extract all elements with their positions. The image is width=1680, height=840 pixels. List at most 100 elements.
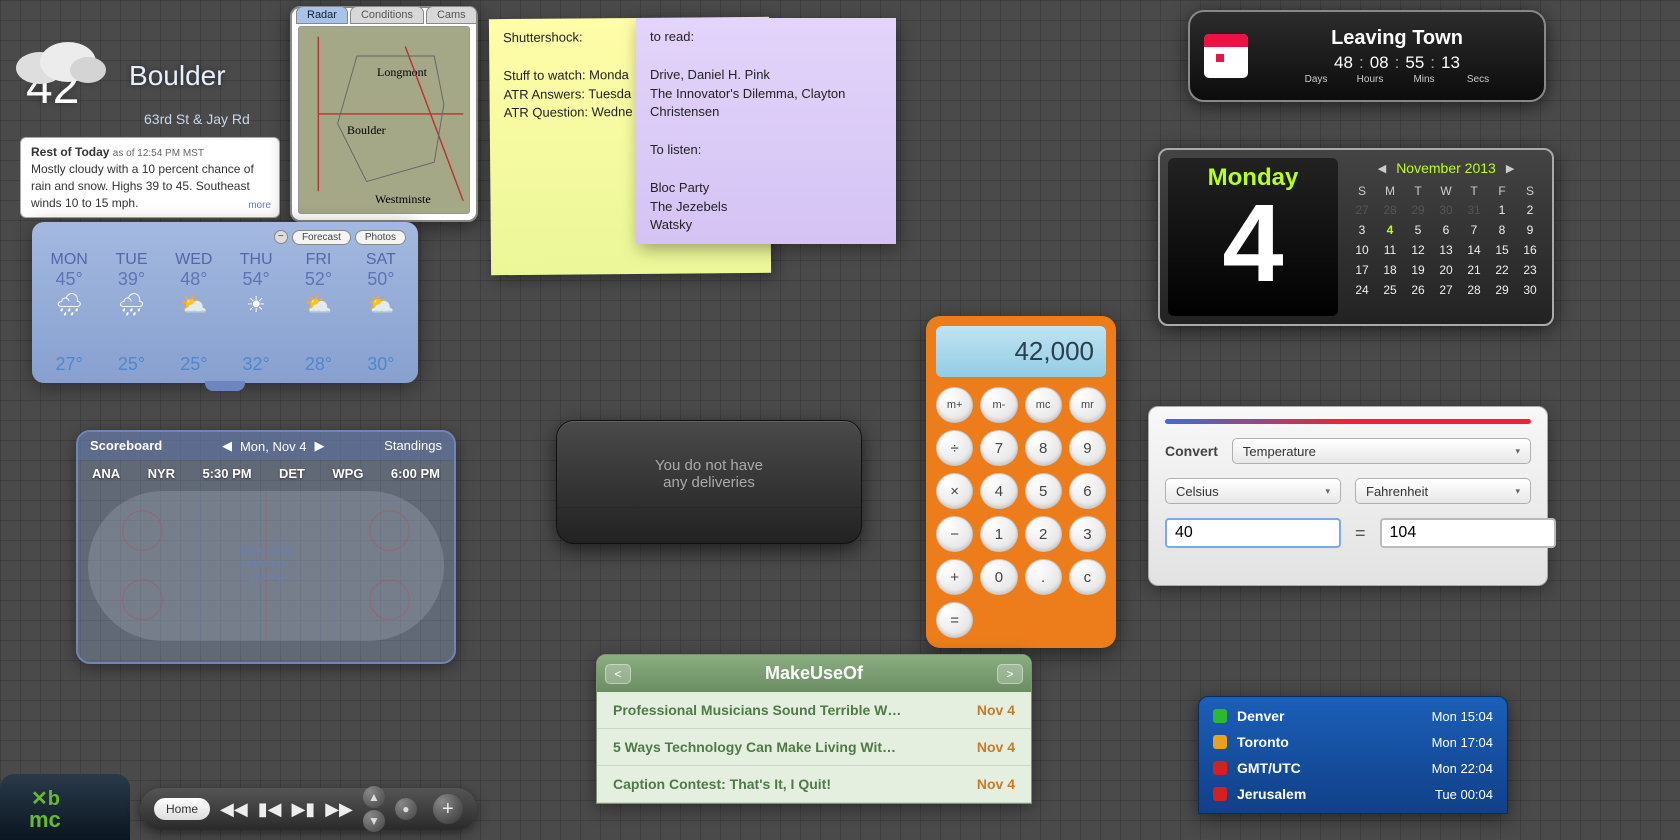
calendar-day[interactable]: 28: [1460, 280, 1488, 300]
add-button[interactable]: +: [433, 794, 463, 824]
calendar-day[interactable]: 25: [1376, 280, 1404, 300]
calc-key-m+[interactable]: m+: [936, 387, 973, 423]
calendar-day[interactable]: 30: [1432, 200, 1460, 220]
calendar-day[interactable]: 18: [1376, 260, 1404, 280]
calendar-day[interactable]: 11: [1376, 240, 1404, 260]
up-button[interactable]: ▲: [363, 786, 385, 808]
forecast-day: SAT50°⛅30°: [350, 251, 412, 375]
calendar-day[interactable]: 24: [1348, 280, 1376, 300]
calendar-day[interactable]: 21: [1460, 260, 1488, 280]
next-month-button[interactable]: ▶: [1506, 162, 1514, 175]
calendar-day[interactable]: 23: [1516, 260, 1544, 280]
prev-day-button[interactable]: ◀: [222, 438, 232, 454]
calendar-day[interactable]: 9: [1516, 220, 1544, 240]
calendar-day[interactable]: 5: [1404, 220, 1432, 240]
calc-key-0[interactable]: 0: [980, 559, 1017, 595]
calendar-day[interactable]: 31: [1460, 200, 1488, 220]
collapse-button[interactable]: −: [274, 230, 288, 244]
calendar-day[interactable]: 17: [1348, 260, 1376, 280]
calc-key-.[interactable]: .: [1025, 559, 1062, 595]
rss-item[interactable]: Caption Contest: That's It, I Quit!Nov 4: [597, 766, 1031, 803]
calendar-day[interactable]: 29: [1404, 200, 1432, 220]
prev-month-button[interactable]: ◀: [1378, 162, 1386, 175]
from-unit-select[interactable]: Celsius: [1165, 478, 1341, 504]
calc-key-8[interactable]: 8: [1025, 430, 1062, 466]
home-button[interactable]: Home: [154, 798, 210, 820]
down-button[interactable]: ▼: [363, 810, 385, 832]
rss-next-button[interactable]: >: [997, 664, 1023, 684]
calc-key-m-[interactable]: m-: [980, 387, 1017, 423]
calc-key-mr[interactable]: mr: [1069, 387, 1106, 423]
status-dot: [1213, 709, 1227, 723]
calendar-day[interactable]: 28: [1376, 200, 1404, 220]
calc-key-−[interactable]: −: [936, 516, 973, 552]
calc-key-2[interactable]: 2: [1025, 516, 1062, 552]
calc-key-÷[interactable]: ÷: [936, 430, 973, 466]
calendar-day[interactable]: 2: [1516, 200, 1544, 220]
calendar-day[interactable]: 3: [1348, 220, 1376, 240]
rss-item[interactable]: 5 Ways Technology Can Make Living Wit…No…: [597, 729, 1031, 766]
sticky-note-purple[interactable]: to read: Drive, Daniel H. Pink The Innov…: [636, 18, 896, 244]
calendar-day[interactable]: 6: [1432, 220, 1460, 240]
tab-standings[interactable]: Standings: [384, 438, 442, 454]
rss-title: MakeUseOf: [765, 663, 863, 684]
tab-photos[interactable]: Photos: [355, 230, 406, 245]
weather-more-link[interactable]: more: [248, 199, 271, 213]
prev-button[interactable]: ▮◀: [258, 799, 282, 820]
calendar-day[interactable]: 13: [1432, 240, 1460, 260]
calc-key-1[interactable]: 1: [980, 516, 1017, 552]
converter-gradient-bar: [1165, 419, 1531, 424]
tab-cams[interactable]: Cams: [426, 6, 477, 24]
calc-key-7[interactable]: 7: [980, 430, 1017, 466]
next-button[interactable]: ▶▮: [291, 799, 315, 820]
category-select[interactable]: Temperature: [1232, 438, 1531, 464]
calc-key-5[interactable]: 5: [1025, 473, 1062, 509]
calc-key-6[interactable]: 6: [1069, 473, 1106, 509]
tab-forecast[interactable]: Forecast: [292, 230, 351, 245]
calendar-day[interactable]: 27: [1432, 280, 1460, 300]
calendar-day[interactable]: 1: [1488, 200, 1516, 220]
clock-row: DenverMon 15:04: [1209, 703, 1497, 729]
countdown-title: Leaving Town: [1264, 27, 1530, 50]
calendar-day[interactable]: 26: [1404, 280, 1432, 300]
calc-key-×[interactable]: ×: [936, 473, 973, 509]
calendar-day[interactable]: 12: [1404, 240, 1432, 260]
calc-key-9[interactable]: 9: [1069, 430, 1106, 466]
tab-radar[interactable]: Radar: [296, 6, 348, 24]
calendar-day[interactable]: 8: [1488, 220, 1516, 240]
calendar-day[interactable]: 29: [1488, 280, 1516, 300]
calc-key-mc[interactable]: mc: [1025, 387, 1062, 423]
clock-row: JerusalemTue 00:04: [1209, 781, 1497, 807]
calc-key-4[interactable]: 4: [980, 473, 1017, 509]
ok-button[interactable]: ●: [395, 798, 417, 820]
calc-key-c[interactable]: c: [1069, 559, 1106, 595]
tab-scoreboard[interactable]: Scoreboard: [90, 438, 162, 454]
calendar-day[interactable]: 7: [1460, 220, 1488, 240]
calendar-day[interactable]: 16: [1516, 240, 1544, 260]
drag-handle[interactable]: [205, 381, 245, 391]
rewind-button[interactable]: ◀◀: [220, 799, 248, 820]
unit-converter-widget: Convert Temperature Celsius Fahrenheit =: [1148, 406, 1548, 586]
rss-prev-button[interactable]: <: [605, 664, 631, 684]
calc-key-3[interactable]: 3: [1069, 516, 1106, 552]
calendar-day[interactable]: 15: [1488, 240, 1516, 260]
calendar-day[interactable]: 19: [1404, 260, 1432, 280]
calc-key-=[interactable]: =: [936, 602, 973, 638]
calendar-day[interactable]: 10: [1348, 240, 1376, 260]
calendar-day[interactable]: 20: [1432, 260, 1460, 280]
weather-summary-box: Rest of Today as of 12:54 PM MST Mostly …: [20, 137, 280, 218]
calendar-day[interactable]: 30: [1516, 280, 1544, 300]
calc-key-+[interactable]: +: [936, 559, 973, 595]
calendar-day[interactable]: 27: [1348, 200, 1376, 220]
calendar-day[interactable]: 14: [1460, 240, 1488, 260]
next-day-button[interactable]: ▶: [314, 438, 324, 454]
calendar-day[interactable]: 22: [1488, 260, 1516, 280]
forward-button[interactable]: ▶▶: [325, 799, 353, 820]
from-value-input[interactable]: [1165, 518, 1341, 548]
rss-item[interactable]: Professional Musicians Sound Terrible W……: [597, 692, 1031, 729]
to-unit-select[interactable]: Fahrenheit: [1355, 478, 1531, 504]
tab-conditions[interactable]: Conditions: [350, 6, 424, 24]
radar-map[interactable]: Longmont Boulder Westminste: [298, 26, 470, 214]
cloud-icon: [10, 30, 110, 90]
calendar-day[interactable]: 4: [1376, 220, 1404, 240]
